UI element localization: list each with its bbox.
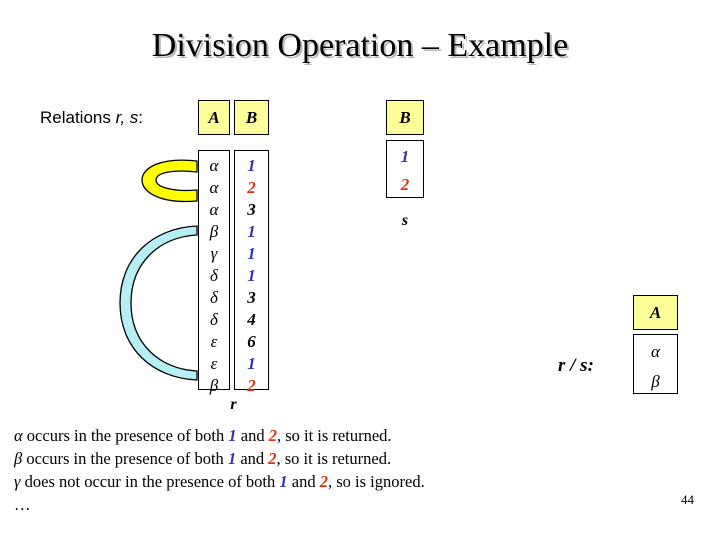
table-cell: α bbox=[651, 342, 660, 361]
table-cell: 1 bbox=[247, 222, 256, 241]
table-cell: 6 bbox=[247, 332, 256, 351]
explanation-notes: α occurs in the presence of both 1 and 2… bbox=[14, 424, 574, 516]
note-number-2: 2 bbox=[268, 449, 277, 468]
note-text: occurs in the presence of both bbox=[22, 449, 228, 468]
table-cell: 2 bbox=[247, 376, 256, 395]
result-header-a-label: A bbox=[649, 302, 662, 322]
note-text: does not occur in the presence of both bbox=[20, 472, 280, 491]
relation-r-header-a-label: A bbox=[208, 107, 220, 127]
table-cell: 3 bbox=[247, 200, 256, 219]
relations-label: Relations r, s: bbox=[40, 108, 143, 128]
table-cell: β bbox=[209, 222, 219, 241]
relation-r-column-a: α α α β γ δ δ δ ε ε β bbox=[198, 150, 230, 395]
table-cell: β bbox=[651, 372, 660, 391]
table-cell: 2 bbox=[247, 178, 256, 197]
note-line: α occurs in the presence of both 1 and 2… bbox=[14, 424, 574, 447]
note-ellipsis: … bbox=[14, 495, 31, 514]
note-line: γ does not occur in the presence of both… bbox=[14, 470, 574, 493]
note-text: and bbox=[236, 426, 269, 445]
table-cell: 4 bbox=[247, 310, 256, 329]
table-cell: ε bbox=[210, 354, 218, 373]
page-title: Division Operation – Example bbox=[151, 27, 569, 64]
relation-s-header-b-label: B bbox=[399, 107, 411, 127]
relations-label-suffix: : bbox=[138, 108, 144, 127]
table-cell: δ bbox=[210, 310, 218, 329]
note-line: β occurs in the presence of both 1 and 2… bbox=[14, 447, 574, 470]
note-greek: α bbox=[14, 426, 23, 445]
note-number-1: 1 bbox=[227, 449, 237, 468]
result-header-a: A bbox=[633, 295, 678, 330]
note-text: and bbox=[236, 449, 269, 468]
relations-label-italic: r, s bbox=[115, 108, 139, 127]
beta-group-arc bbox=[119, 225, 198, 381]
relations-label-prefix: Relations bbox=[40, 108, 116, 127]
table-cell: α bbox=[209, 156, 219, 175]
slide-number: 44 bbox=[681, 492, 694, 507]
table-cell: δ bbox=[210, 266, 218, 285]
table-cell: ε bbox=[210, 332, 218, 351]
table-cell: 2 bbox=[400, 175, 410, 194]
table-cell: α bbox=[209, 178, 219, 197]
relation-r-name: r bbox=[230, 396, 237, 413]
note-number-2: 2 bbox=[319, 472, 328, 491]
relation-s-name: s bbox=[401, 212, 409, 229]
relation-r-column-b: 1 2 3 1 1 1 3 4 6 1 2 bbox=[234, 150, 269, 395]
note-number-2: 2 bbox=[268, 426, 277, 445]
table-cell: 3 bbox=[247, 288, 256, 307]
table-cell: 1 bbox=[400, 147, 410, 166]
note-number-1: 1 bbox=[279, 472, 288, 491]
table-cell: α bbox=[209, 200, 219, 219]
table-cell: 1 bbox=[247, 266, 256, 285]
note-text: occurs in the presence of both bbox=[22, 426, 229, 445]
note-text: , so it is returned. bbox=[276, 449, 392, 468]
relation-r-header-b: B bbox=[234, 100, 269, 135]
result-label: r / s: bbox=[558, 355, 594, 376]
relation-s-column-b: 1 2 bbox=[386, 140, 424, 198]
note-text: , so it is returned. bbox=[276, 426, 392, 445]
slide-canvas: Division Operation – Example Relations r… bbox=[0, 0, 720, 540]
note-greek: β bbox=[14, 449, 23, 468]
table-cell: β bbox=[209, 376, 219, 395]
note-number-1: 1 bbox=[228, 426, 237, 445]
relation-r-header-a: A bbox=[198, 100, 230, 135]
note-text: and bbox=[287, 472, 320, 491]
table-cell: δ bbox=[210, 288, 218, 307]
note-text: , so is ignored. bbox=[327, 472, 425, 491]
table-cell: 1 bbox=[247, 156, 256, 175]
relation-s-header-b: B bbox=[386, 100, 424, 135]
table-cell: 1 bbox=[247, 244, 256, 263]
table-cell: γ bbox=[210, 244, 218, 263]
table-cell: 1 bbox=[247, 354, 256, 373]
alpha-group-arc bbox=[141, 159, 198, 203]
result-column-a: α β bbox=[633, 334, 678, 394]
relation-r-header-b-label: B bbox=[245, 107, 258, 127]
